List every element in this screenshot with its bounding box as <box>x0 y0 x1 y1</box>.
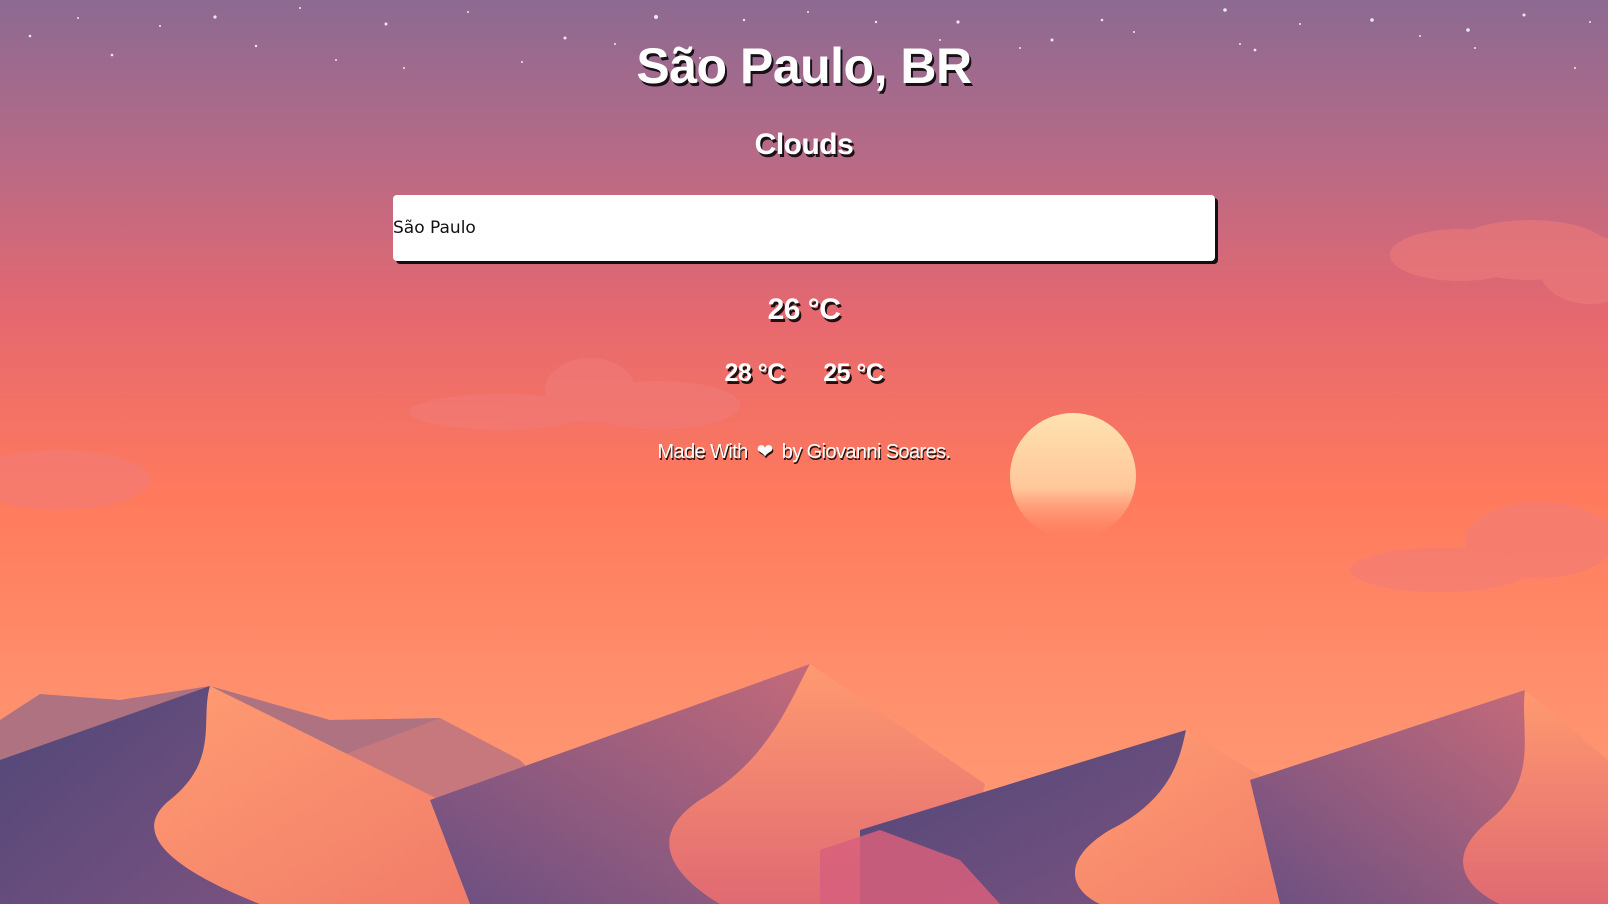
footer-credit: Made With ❤ by Giovanni Soares. <box>0 438 1608 466</box>
temperature-range: 28 °C 25 °C <box>0 355 1608 391</box>
current-temperature: 26 °C <box>767 293 841 326</box>
city-search-input[interactable] <box>393 195 1215 261</box>
city-title: São Paulo, BR <box>636 38 972 94</box>
min-temperature: 25 °C <box>823 359 884 387</box>
author-credit: by Giovanni Soares. <box>781 441 951 463</box>
heart-icon: ❤ <box>756 441 774 463</box>
made-with-label: Made With <box>657 441 749 463</box>
weather-condition: Clouds <box>754 128 854 161</box>
weather-panel: São Paulo, BR Clouds 26 °C 28 °C 25 °C M… <box>0 0 1608 904</box>
max-temperature: 28 °C <box>724 359 785 387</box>
